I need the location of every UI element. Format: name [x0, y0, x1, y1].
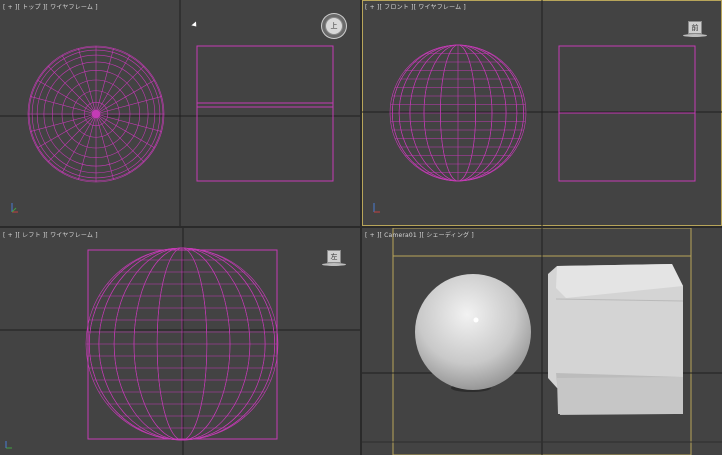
viewport-label-front[interactable]: [ + ][ フロント ][ ワイヤフレーム ] — [365, 2, 466, 11]
sphere-wireframe-front — [389, 44, 527, 182]
viewport-front[interactable]: [ + ][ フロント ][ ワイヤフレーム ] 前 — [362, 0, 722, 226]
shaded-sphere — [415, 274, 531, 390]
viewcube-front[interactable]: 前 — [683, 21, 707, 37]
sphere-wireframe-top — [27, 45, 165, 183]
top-scene — [0, 0, 360, 226]
viewport-label-camera[interactable]: [ + ][ Camera01 ][ シェーディング ] — [365, 230, 474, 239]
viewport-top[interactable]: [ + ][ トップ ][ ワイヤフレーム ] 上 — [0, 0, 360, 226]
viewport-label-left[interactable]: [ + ][ レフト ][ ワイヤフレーム ] — [3, 230, 98, 239]
box-wireframe-top — [196, 45, 334, 182]
front-scene — [362, 0, 722, 226]
left-scene — [0, 228, 360, 455]
viewcube-left[interactable]: 左 — [322, 250, 346, 266]
camera-scene — [362, 228, 722, 455]
sphere-wireframe-left — [85, 247, 279, 441]
viewcube-ring[interactable] — [322, 263, 346, 266]
viewport-left[interactable]: [ + ][ レフト ][ ワイヤフレーム ] 左 — [0, 228, 360, 455]
viewcube-face-front[interactable]: 前 — [688, 21, 702, 34]
viewport-layout: [ + ][ トップ ][ ワイヤフレーム ] 上 [ + ][ フロント ][… — [0, 0, 722, 455]
viewport-label-top[interactable]: [ + ][ トップ ][ ワイヤフレーム ] — [3, 2, 98, 11]
viewport-camera[interactable]: [ + ][ Camera01 ][ シェーディング ] — [362, 228, 722, 455]
viewcube-top[interactable]: 上 — [325, 17, 343, 35]
box-wireframe-front — [558, 45, 696, 182]
viewcube-face-top[interactable]: 上 — [325, 17, 343, 35]
shaded-box — [548, 264, 684, 415]
viewcube-face-left[interactable]: 左 — [327, 250, 341, 263]
viewcube-ring[interactable] — [683, 34, 707, 37]
